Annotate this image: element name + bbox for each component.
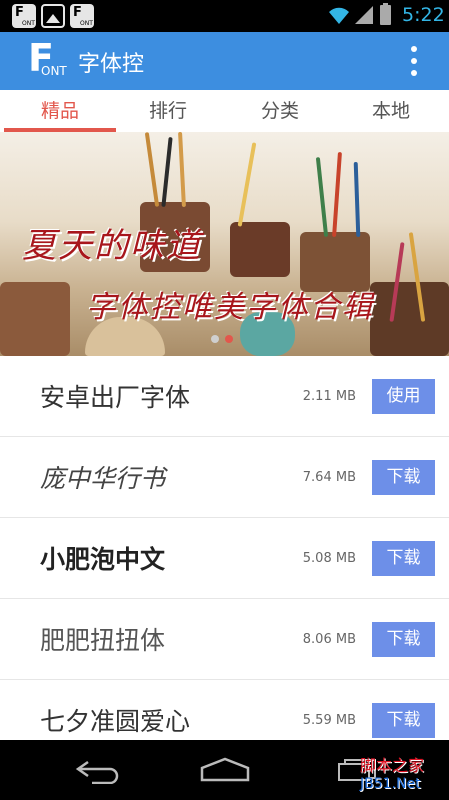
tab-category[interactable]: 分类 <box>224 90 336 132</box>
status-clock: 5:22 <box>402 4 445 26</box>
signal-icon <box>355 6 373 24</box>
battery-icon <box>380 3 391 25</box>
font-name: 小肥泡中文 <box>40 545 166 574</box>
pager-dot <box>211 335 219 343</box>
pot-shape <box>0 282 70 356</box>
font-row[interactable]: 肥肥扭扭体 8.06 MB 下载 <box>0 599 449 680</box>
pot-shape <box>230 222 290 277</box>
font-file-size: 5.59 MB <box>302 713 356 728</box>
download-button[interactable]: 下载 <box>372 541 435 576</box>
font-row[interactable]: 安卓出厂字体 2.11 MB 使用 <box>0 356 449 437</box>
download-button[interactable]: 下载 <box>372 703 435 738</box>
status-bar: F ONT F ONT 5:22 <box>0 0 449 32</box>
back-icon[interactable] <box>72 756 126 784</box>
watermark-line2: JB51.Net <box>360 776 421 792</box>
font-row[interactable]: 庞中华行书 7.64 MB 下载 <box>0 437 449 518</box>
brush-shape <box>315 157 329 237</box>
notification-logo-small: ONT <box>22 20 35 27</box>
tab-bar: 精品 排行 分类 本地 <box>0 90 449 132</box>
font-app-notification-icon: F ONT <box>70 4 94 28</box>
brush-shape <box>178 132 186 208</box>
home-icon[interactable] <box>198 756 252 784</box>
tab-local[interactable]: 本地 <box>335 90 447 132</box>
font-file-size: 5.08 MB <box>302 551 356 566</box>
tab-ranking[interactable]: 排行 <box>112 90 224 132</box>
watermark: 脚本之家 JB51.Net <box>360 752 424 792</box>
font-row[interactable]: 七夕准圆爱心 5.59 MB 下载 <box>0 680 449 740</box>
font-name: 安卓出厂字体 <box>40 383 191 412</box>
brush-shape <box>144 132 160 207</box>
pot-shape <box>370 282 449 356</box>
download-button[interactable]: 下载 <box>372 460 435 495</box>
brush-shape <box>332 151 342 238</box>
banner-subheadline: 字体控唯美字体合辑 <box>86 290 374 325</box>
wifi-icon <box>329 7 349 24</box>
tab-featured[interactable]: 精品 <box>4 90 116 132</box>
font-name: 肥肥扭扭体 <box>40 626 166 655</box>
font-app-notification-icon: F ONT <box>12 4 36 28</box>
app-title: 字体控 <box>78 52 145 77</box>
banner-headline: 夏天的味道 <box>22 226 202 266</box>
app-bar: F ONT 字体控 <box>0 32 449 90</box>
font-name: 庞中华行书 <box>40 464 166 493</box>
brush-shape <box>353 161 361 238</box>
brush-shape <box>161 136 173 208</box>
notification-logo-big: F <box>73 5 82 20</box>
font-name: 七夕准圆爱心 <box>40 707 191 736</box>
font-file-size: 8.06 MB <box>302 632 356 647</box>
featured-banner[interactable]: 夏天的味道 字体控唯美字体合辑 <box>0 132 449 356</box>
use-button[interactable]: 使用 <box>372 379 435 414</box>
font-file-size: 2.11 MB <box>302 389 356 404</box>
app-logo: F ONT <box>28 36 68 82</box>
font-file-size: 7.64 MB <box>302 470 356 485</box>
watermark-line1: 脚本之家 <box>360 756 425 775</box>
download-button[interactable]: 下载 <box>372 622 435 657</box>
brush-shape <box>237 142 257 227</box>
font-row[interactable]: 小肥泡中文 5.08 MB 下载 <box>0 518 449 599</box>
more-vert-icon[interactable] <box>402 44 426 78</box>
notification-logo-small: ONT <box>80 20 93 27</box>
pager-dot-active <box>225 335 233 343</box>
app-logo-suffix: ONT <box>41 64 67 78</box>
image-notification-icon <box>41 4 65 28</box>
notification-logo-big: F <box>15 5 24 20</box>
